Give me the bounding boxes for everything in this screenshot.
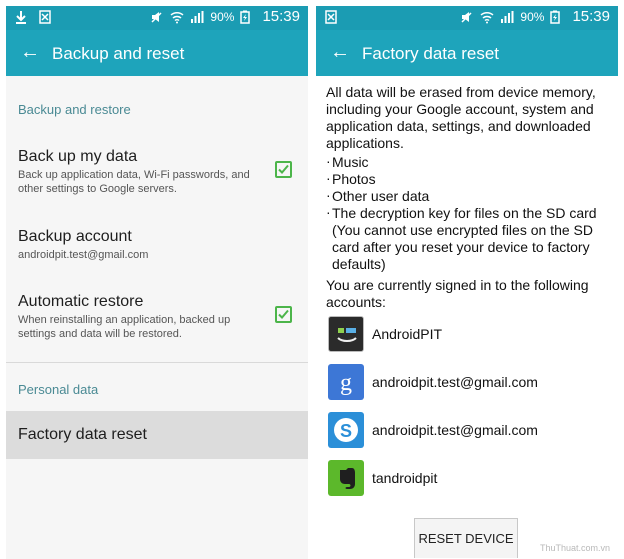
androidpit-icon bbox=[328, 316, 364, 352]
excel-icon bbox=[38, 10, 52, 24]
page-title: Factory data reset bbox=[362, 44, 500, 63]
svg-text:g: g bbox=[340, 370, 352, 396]
wifi-icon bbox=[170, 10, 184, 24]
back-arrow-icon[interactable]: ← bbox=[20, 42, 40, 62]
signed-in-text: You are currently signed in to the follo… bbox=[326, 277, 589, 310]
account-name: AndroidPIT bbox=[372, 326, 443, 342]
backup-account-email: androidpit.test@gmail.com bbox=[18, 249, 149, 261]
setting-title: Backup account bbox=[18, 228, 132, 245]
download-icon bbox=[14, 10, 28, 24]
setting-description: When reinstalling an application, backed… bbox=[18, 314, 231, 340]
section-header-backup-restore: Backup and restore bbox=[18, 102, 131, 117]
signal-icon bbox=[500, 10, 514, 24]
app-bar: ← Factory data reset bbox=[316, 30, 618, 76]
sd-card-note: (You cannot use encrypted files on the S… bbox=[332, 222, 593, 272]
list-item: The decryption key for files on the SD c… bbox=[326, 204, 610, 222]
skype-icon: S bbox=[328, 412, 364, 448]
erase-warning-text: All data will be erased from device memo… bbox=[326, 84, 596, 151]
account-row: tandroidpit bbox=[328, 460, 608, 496]
account-row: AndroidPIT bbox=[328, 316, 608, 352]
setting-title: Automatic restore bbox=[18, 293, 144, 310]
google-icon: g bbox=[328, 364, 364, 400]
mute-icon bbox=[150, 10, 164, 24]
list-item: Photos bbox=[326, 170, 610, 188]
excel-icon bbox=[324, 10, 338, 24]
setting-title: Back up my data bbox=[18, 148, 138, 165]
signal-icon bbox=[190, 10, 204, 24]
wifi-icon bbox=[480, 10, 494, 24]
factory-reset-label: Factory data reset bbox=[18, 426, 147, 443]
battery-charging-icon bbox=[550, 10, 564, 24]
battery-charging-icon bbox=[240, 10, 254, 24]
back-arrow-icon[interactable]: ← bbox=[330, 42, 350, 62]
battery-percent: 90% bbox=[520, 9, 545, 24]
clock: 15:39 bbox=[262, 8, 300, 25]
backup-reset-screen: 90% 15:39 ← Backup and reset Backup and … bbox=[6, 6, 308, 559]
backup-data-checkbox[interactable] bbox=[275, 161, 292, 178]
factory-reset-screen: 90% 15:39 ← Factory data reset All data … bbox=[316, 6, 618, 559]
account-name: tandroidpit bbox=[372, 470, 438, 486]
app-bar: ← Backup and reset bbox=[6, 30, 308, 76]
mute-icon bbox=[460, 10, 474, 24]
screenshot-root: 90% 15:39 ← Backup and reset Backup and … bbox=[0, 0, 624, 559]
status-bar: 90% 15:39 bbox=[316, 6, 618, 30]
page-title: Backup and reset bbox=[52, 44, 185, 63]
svg-text:S: S bbox=[340, 421, 352, 441]
erased-items-list: Music Photos Other user data The decrypt… bbox=[326, 153, 610, 222]
account-name: androidpit.test@gmail.com bbox=[372, 374, 538, 390]
evernote-icon bbox=[328, 460, 364, 496]
section-header-personal-data: Personal data bbox=[18, 382, 99, 397]
account-name: androidpit.test@gmail.com bbox=[372, 422, 538, 438]
account-row: S androidpit.test@gmail.com bbox=[328, 412, 608, 448]
status-bar: 90% 15:39 bbox=[6, 6, 308, 30]
reset-device-button[interactable]: RESET DEVICE bbox=[414, 518, 518, 558]
list-item: Other user data bbox=[326, 187, 610, 205]
watermark: ThuThuat.com.vn bbox=[539, 543, 610, 553]
divider bbox=[6, 362, 308, 363]
automatic-restore-checkbox[interactable] bbox=[275, 306, 292, 323]
battery-percent: 90% bbox=[210, 9, 235, 24]
list-item: Music bbox=[326, 153, 610, 171]
clock: 15:39 bbox=[572, 8, 610, 25]
factory-data-reset-item[interactable]: Factory data reset bbox=[6, 411, 308, 459]
setting-description: Back up application data, Wi-Fi password… bbox=[18, 169, 250, 195]
account-row: g androidpit.test@gmail.com bbox=[328, 364, 608, 400]
